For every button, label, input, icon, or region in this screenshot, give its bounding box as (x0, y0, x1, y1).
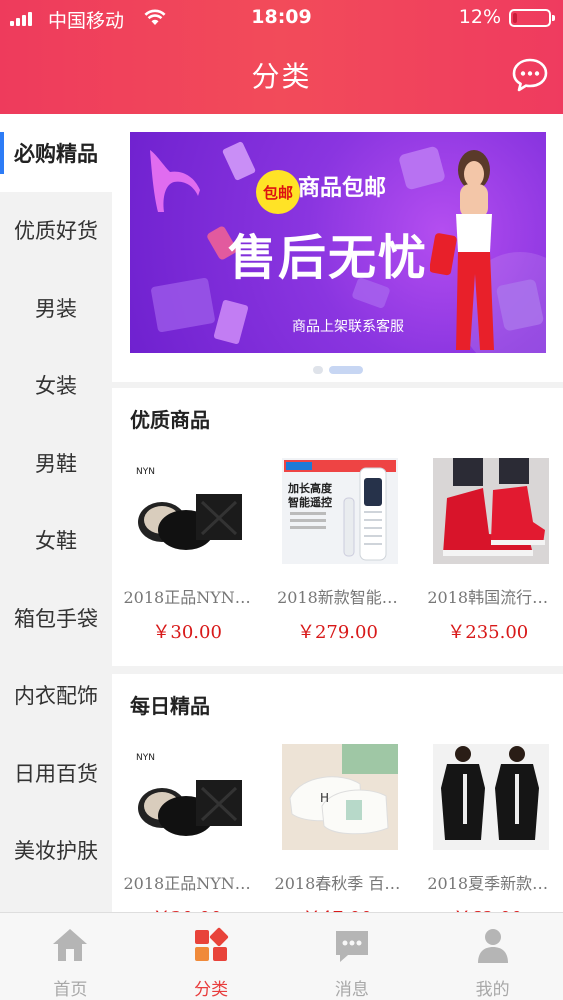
category-content: 包邮 商品包邮 售后无忧 商品上架联系客服 优质商品 NYN 2018正品NYN… (112, 114, 563, 912)
home-icon (53, 929, 88, 961)
svg-text:智能遥控: 智能遥控 (288, 495, 332, 509)
sidebar-item-女鞋[interactable]: 女鞋 (0, 502, 112, 580)
product-image-cushion-compact: NYN (132, 744, 248, 850)
battery-level (513, 13, 517, 23)
tab-label: 分类 (194, 980, 229, 1000)
sidebar-item-男鞋[interactable]: 男鞋 (0, 424, 112, 502)
tab-label: 首页 (53, 980, 88, 1000)
product-card[interactable]: 加长高度 智能遥控 2018新款智能… ￥279.00 (262, 458, 412, 658)
sidebar-item-label: 箱包手袋 (14, 606, 98, 631)
model-figure (430, 150, 494, 350)
phone-decoration (221, 140, 257, 182)
product-name: 2018韩国流行… (427, 588, 549, 607)
message-icon (335, 931, 368, 962)
product-price: ￥62.00 (413, 904, 563, 912)
chat-bubble-icon[interactable] (511, 56, 549, 94)
product-card[interactable]: H 2018春秋季 百… ￥47.00 (262, 744, 412, 912)
sidebar-item-label: 男鞋 (35, 451, 77, 476)
banner-card: 包邮 商品包邮 售后无忧 商品上架联系客服 (112, 114, 563, 382)
category-sidebar: 必购精品 优质好货 男装 女装 男鞋 女鞋 箱包手袋 内衣配饰 日用百货 美妆护… (0, 114, 112, 912)
tab-category[interactable]: 分类 (141, 913, 282, 1000)
product-image-black-dress (432, 744, 549, 850)
sidebar-item-优质好货[interactable]: 优质好货 (0, 192, 112, 270)
promo-banner[interactable]: 包邮 商品包邮 售后无忧 商品上架联系客服 (130, 132, 546, 353)
product-card[interactable]: 2018韩国流行… ￥235.00 (413, 458, 563, 658)
product-list: NYN 2018正品NYN… ￥30.00 加长高度 智能遥控 2018新款智能… (112, 458, 563, 658)
pagination-dot[interactable] (312, 366, 323, 374)
product-card[interactable]: 2018夏季新款… ￥62.00 (413, 744, 563, 912)
sidebar-item-日用百货[interactable]: 日用百货 (0, 734, 112, 812)
sidebar-item-男装[interactable]: 男装 (0, 269, 112, 347)
section-daily-picks: 每日精品 NYN 2018正品NYN… ￥30.00 (112, 674, 563, 912)
sidebar-item-label: 女鞋 (35, 529, 77, 554)
sidebar-item-女装[interactable]: 女装 (0, 347, 112, 425)
product-price: ￥235.00 (447, 622, 529, 643)
product-name: 2018新款智能… (277, 588, 398, 607)
tab-bar: 首页 分类 消息 我的 (0, 912, 563, 1000)
svg-text:加长高度: 加长高度 (287, 481, 333, 495)
tab-label: 我的 (475, 980, 510, 1000)
tab-home[interactable]: 首页 (0, 913, 141, 1000)
svg-text:H: H (320, 791, 329, 805)
battery-icon (509, 9, 555, 27)
section-title: 优质商品 (130, 408, 210, 432)
svg-text:NYN: NYN (136, 753, 155, 763)
battery-percent: 12% (458, 6, 501, 28)
tab-profile[interactable]: 我的 (422, 913, 563, 1000)
product-list: NYN 2018正品NYN… ￥30.00 H (112, 744, 563, 912)
product-name: 2018夏季新款… (427, 874, 549, 893)
sidebar-item-label: 男装 (35, 296, 77, 321)
product-name: 2018春秋季 百… (274, 874, 401, 893)
sidebar-item-必购精品[interactable]: 必购精品 (0, 114, 112, 192)
banner-pagination (112, 366, 563, 374)
banner-headline: 售后无忧 (228, 230, 429, 286)
product-name: 2018正品NYN… (123, 588, 251, 607)
banner-subtitle: 商品包邮 (298, 176, 387, 201)
header: 中国移动 18:09 12% 分类 (0, 0, 563, 114)
svg-text:NYN: NYN (136, 467, 155, 477)
sidebar-item-label: 日用百货 (14, 761, 98, 786)
product-image-white-sandals: H (282, 744, 399, 850)
product-price: ￥47.00 (262, 904, 412, 912)
sidebar-item-label: 优质好货 (14, 219, 98, 244)
high-heel-icon (150, 150, 200, 212)
product-image-red-sneakers (432, 458, 549, 564)
status-bar: 中国移动 18:09 12% (0, 0, 563, 36)
pagination-dot-active[interactable] (328, 366, 363, 374)
free-shipping-badge: 包邮 (256, 170, 300, 214)
sidebar-item-label: 必购精品 (14, 141, 98, 166)
sidebar-item-箱包手袋[interactable]: 箱包手袋 (0, 579, 112, 657)
banner-note: 商品上架联系客服 (292, 319, 404, 335)
product-price: ￥30.00 (112, 904, 262, 912)
phone-decoration (213, 299, 249, 345)
sidebar-item-美妆护肤[interactable]: 美妆护肤 (0, 812, 112, 890)
sidebar-item-label: 美妆护肤 (14, 839, 98, 864)
product-image-tower-fan: 加长高度 智能遥控 (282, 458, 399, 564)
profile-icon (477, 929, 508, 963)
product-name: 2018正品NYN… (123, 874, 251, 893)
tab-label: 消息 (334, 980, 369, 1000)
product-price: ￥30.00 (152, 622, 222, 643)
product-card[interactable]: NYN 2018正品NYN… ￥30.00 (112, 744, 262, 912)
product-price: ￥279.00 (296, 622, 378, 643)
sidebar-item-label: 女装 (35, 374, 77, 399)
section-quality-goods: 优质商品 NYN 2018正品NYN… ￥30.00 加长高度 智能遥控 201… (112, 388, 563, 666)
page-title: 分类 (251, 60, 312, 93)
tab-messages[interactable]: 消息 (282, 913, 423, 1000)
box-decoration (150, 277, 216, 333)
sidebar-item-内衣配饰[interactable]: 内衣配饰 (0, 657, 112, 735)
product-card[interactable]: NYN 2018正品NYN… ￥30.00 (112, 458, 262, 658)
product-image-cushion-compact: NYN (132, 458, 248, 564)
category-icon (195, 927, 229, 961)
sidebar-item-label: 内衣配饰 (14, 684, 98, 709)
section-title: 每日精品 (130, 694, 210, 718)
